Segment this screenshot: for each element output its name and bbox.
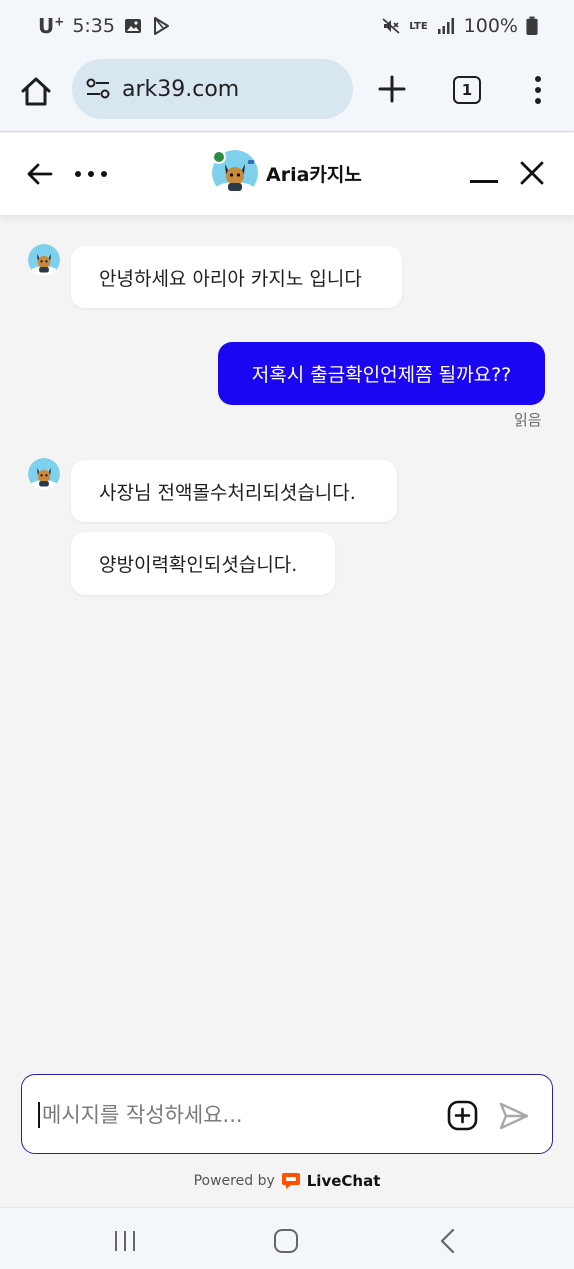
livechat-logo-icon	[281, 1173, 300, 1189]
agent-message-bubble: 양방이력확인되셧습니다.	[71, 532, 335, 595]
address-bar[interactable]: ark39.com	[72, 59, 353, 119]
status-bar: U+ 5:35 LTE 100%	[0, 0, 574, 52]
message-composer[interactable]	[21, 1074, 553, 1154]
recent-apps-icon[interactable]	[113, 1229, 137, 1253]
phone-screen: U+ 5:35 LTE 100% ark39.com 1 Aria카지노 안녕하…	[0, 0, 574, 1269]
message-text: 사장님 전액몰수처리되셧습니다.	[99, 481, 356, 504]
send-icon[interactable]	[498, 1101, 530, 1131]
powered-by-label: Powered by	[193, 1173, 275, 1189]
tab-count: 1	[461, 81, 473, 99]
android-nav-bar	[0, 1207, 574, 1269]
agent-message-bubble: 사장님 전액몰수처리되셧습니다.	[71, 460, 397, 522]
overflow-menu-icon[interactable]	[528, 74, 548, 106]
site-settings-icon[interactable]	[84, 75, 112, 103]
tab-switcher-button[interactable]: 1	[453, 76, 481, 104]
agent-name: Aria카지노	[266, 163, 362, 186]
browser-toolbar: ark39.com 1	[0, 52, 574, 132]
status-right: LTE 100%	[381, 15, 538, 37]
new-tab-icon[interactable]	[377, 74, 407, 104]
read-receipt: 읽음	[514, 411, 542, 429]
agent-message-bubble: 안녕하세요 아리아 카지노 입니다	[71, 246, 402, 308]
status-left: U+ 5:35	[38, 14, 171, 38]
online-status-dot	[212, 150, 226, 164]
powered-by[interactable]: Powered by LiveChat	[0, 1168, 574, 1194]
gallery-icon	[124, 19, 141, 33]
agent-avatar-image	[28, 244, 60, 276]
message-text: 안녕하세요 아리아 카지노 입니다	[99, 267, 362, 290]
signal-icon	[437, 18, 454, 34]
back-arrow-icon[interactable]	[26, 160, 54, 188]
livechat-brand: LiveChat	[306, 1172, 381, 1190]
message-text: 양방이력확인되셧습니다.	[99, 554, 298, 576]
agent-message-avatar	[28, 244, 60, 276]
attach-plus-icon[interactable]	[447, 1100, 478, 1131]
agent-message-avatar	[28, 458, 60, 490]
text-caret	[38, 1102, 40, 1128]
play-store-icon	[153, 17, 169, 35]
url-text[interactable]: ark39.com	[122, 77, 239, 102]
user-message-bubble: 저혹시 출금확인언제쯤 될까요??	[218, 342, 545, 405]
minimize-icon[interactable]	[470, 180, 498, 184]
close-icon[interactable]	[519, 160, 545, 186]
more-options-icon[interactable]	[74, 170, 108, 178]
battery-percent: 100%	[463, 15, 518, 37]
agent-info: Aria카지노	[212, 150, 362, 196]
clock: 5:35	[72, 15, 115, 37]
nav-back-icon[interactable]	[438, 1228, 458, 1254]
home-icon[interactable]	[18, 74, 54, 110]
message-input[interactable]	[42, 1095, 422, 1135]
carrier-label: U+	[38, 14, 65, 38]
nav-home-icon[interactable]	[273, 1228, 299, 1254]
agent-avatar-image	[28, 458, 60, 490]
chat-header: Aria카지노	[0, 133, 574, 215]
network-type: LTE	[409, 20, 428, 32]
message-text: 저혹시 출금확인언제쯤 될까요??	[251, 364, 512, 386]
battery-icon	[526, 16, 538, 35]
mute-icon	[382, 18, 400, 34]
